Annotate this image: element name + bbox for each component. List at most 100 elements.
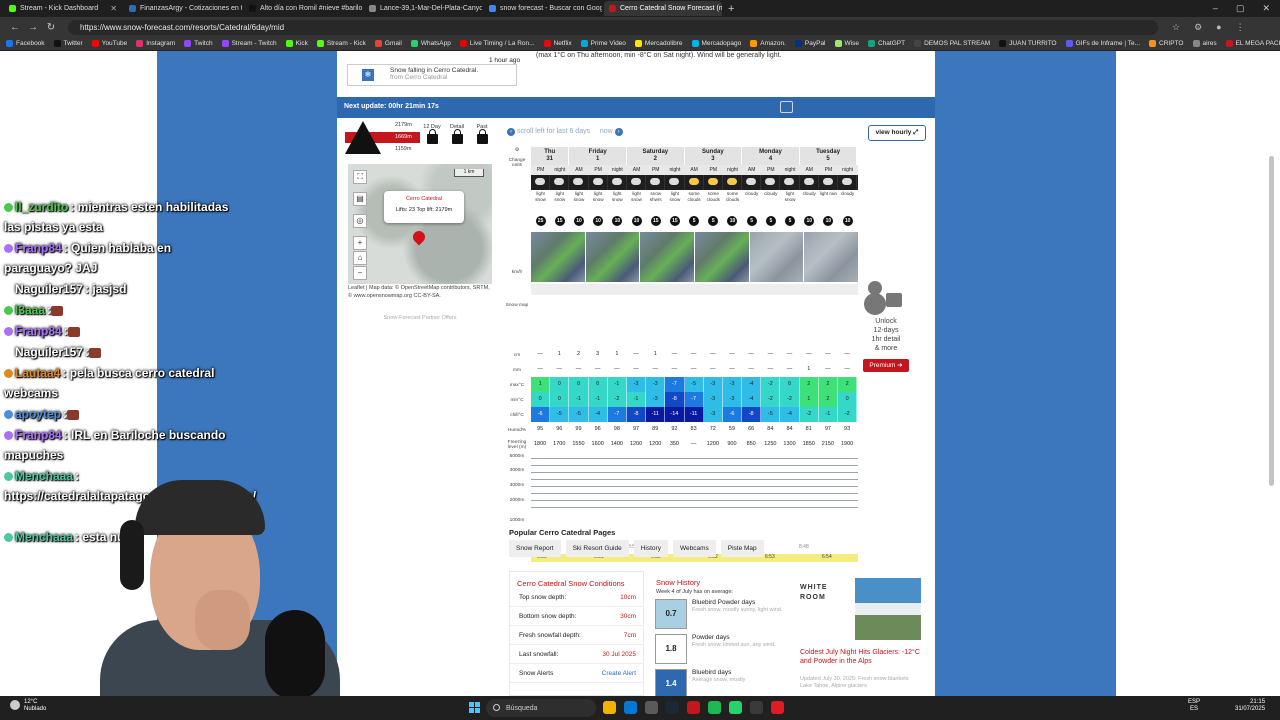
unlock-panel[interactable]: Unlock 12-days 1hr detail & more Premium…: [860, 281, 912, 372]
snow-map-thumb[interactable]: [640, 232, 695, 282]
url-field[interactable]: https://www.snow-forecast.com/resorts/Ca…: [68, 19, 1158, 35]
bookmark-item[interactable]: Live Timing / La Ron...: [459, 40, 535, 47]
chat-username[interactable]: Franp84: [15, 241, 62, 255]
snow-map-thumb[interactable]: [695, 232, 749, 282]
bookmark-item[interactable]: Mercadolibre: [634, 40, 683, 47]
minimize-icon[interactable]: –: [1213, 3, 1218, 14]
profile-icon[interactable]: ●: [1216, 22, 1221, 33]
scroll-right-icon[interactable]: ›: [614, 128, 623, 136]
bookmark-item[interactable]: Instagram: [136, 40, 175, 47]
chat-username[interactable]: apoytep: [15, 407, 61, 421]
resort-map[interactable]: ⛶ ▤ ◎ + ⌂ − 1 km Cerro Catedral Lifts: 2…: [348, 164, 492, 284]
partner-offers[interactable]: Snow-Forecast Partner Offers: [348, 315, 492, 321]
chat-username[interactable]: Naguiler157: [15, 345, 83, 359]
tab-close-icon[interactable]: ✕: [110, 4, 117, 13]
bookmark-item[interactable]: CRIPTO: [1149, 40, 1184, 47]
browser-tab[interactable]: snow forecast - Buscar con Googl...✕: [484, 1, 602, 16]
bookmark-item[interactable]: YouTube: [91, 40, 127, 47]
page-scrollbar[interactable]: [1269, 156, 1274, 486]
elevation-mid[interactable]: 1669m: [395, 134, 412, 140]
elevation-bottom[interactable]: 1159m: [395, 146, 411, 152]
system-clock[interactable]: 21:15 31/07/2025: [1235, 699, 1265, 713]
zoom-in-icon[interactable]: +: [353, 236, 367, 250]
chat-username[interactable]: Franp84: [15, 324, 62, 338]
popular-page-button[interactable]: Ski Resort Guide: [565, 540, 629, 557]
bookmark-item[interactable]: Stream - Kick: [316, 40, 366, 47]
new-tab-button[interactable]: +: [728, 3, 734, 15]
bookmark-item[interactable]: Prime Video: [580, 40, 626, 47]
chat-username[interactable]: Menchaaa: [15, 469, 73, 483]
bookmark-item[interactable]: WhatsApp: [410, 40, 451, 47]
bookmark-item[interactable]: GIFs de Inframe | Te...: [1065, 40, 1140, 47]
chat-username[interactable]: Menchaaa: [15, 530, 73, 544]
bookmark-item[interactable]: Gmail: [374, 40, 402, 47]
star-icon[interactable]: ☆: [1172, 22, 1180, 33]
bookmark-item[interactable]: JUAN TURRITO: [999, 40, 1057, 47]
bookmark-item[interactable]: Netflix: [543, 40, 572, 47]
language-indicator[interactable]: ESP ES: [1188, 699, 1200, 713]
day-header[interactable]: Monday 4: [742, 147, 800, 165]
browser-tab[interactable]: Lance-39,1-Mar-Del-Plata-Canyo...✕: [364, 1, 482, 16]
zoom-out-icon[interactable]: −: [353, 266, 367, 280]
bookmark-item[interactable]: Amazon.: [750, 40, 786, 47]
conditions-title[interactable]: Cerro Catedral Snow Conditions: [510, 572, 643, 588]
day-header[interactable]: Tuesday 5: [799, 147, 858, 165]
bookmark-item[interactable]: PayPal: [794, 40, 826, 47]
steam-icon[interactable]: [666, 701, 679, 714]
chat-username[interactable]: ll_zurdito: [15, 200, 68, 214]
history-item[interactable]: 1.8 Powder days Fresh snow, limited sun, a…: [655, 634, 790, 664]
chat-username[interactable]: l3aaa: [15, 303, 45, 317]
chat-username[interactable]: Franp84: [15, 428, 62, 442]
snow-alert-box[interactable]: ❄ Snow falling in Cerro Catedral. from C…: [347, 64, 517, 86]
bookmark-item[interactable]: Kick: [285, 40, 308, 47]
day-header[interactable]: Saturday 2: [627, 147, 685, 165]
condition-label[interactable]: Snow Alerts: [519, 670, 553, 677]
premium-button[interactable]: Premium ➜: [863, 359, 909, 372]
close-window-icon[interactable]: ✕: [1262, 3, 1270, 14]
maximize-icon[interactable]: ▢: [1236, 3, 1245, 14]
locked-past[interactable]: Past: [472, 124, 492, 144]
bookmark-item[interactable]: ChatGPT: [867, 40, 905, 47]
obs-icon[interactable]: [771, 701, 784, 714]
bookmark-item[interactable]: Mercadopago: [691, 40, 741, 47]
now-link[interactable]: now: [600, 128, 613, 135]
snow-map-thumb[interactable]: [585, 232, 640, 282]
scroll-left-icon[interactable]: ‹: [507, 128, 515, 136]
change-units-link[interactable]: Change units: [503, 158, 531, 168]
back-icon[interactable]: ←: [6, 22, 24, 33]
chat-username[interactable]: Naguiler157: [15, 282, 83, 296]
day-header[interactable]: Friday 1: [569, 147, 627, 165]
app-icon[interactable]: [750, 701, 763, 714]
chat-username[interactable]: Lautaa4: [15, 366, 60, 380]
locked-12day[interactable]: 12 Day: [422, 124, 442, 144]
taskbar-search[interactable]: Búsqueda: [486, 699, 596, 717]
file-explorer-icon[interactable]: [603, 701, 616, 714]
bookmark-item[interactable]: Facebook: [6, 40, 45, 47]
whatsapp-icon[interactable]: [729, 701, 742, 714]
print-icon[interactable]: [780, 101, 793, 113]
bookmark-item[interactable]: Twitch: [184, 40, 213, 47]
locate-icon[interactable]: ◎: [353, 214, 367, 228]
history-item[interactable]: 1.4 Bluebird days Average snow, mostly: [655, 669, 790, 696]
browser-tab[interactable]: Alto día con Romil #nieve #barilo...✕: [244, 1, 362, 16]
reload-icon[interactable]: ↻: [42, 22, 60, 33]
scroll-left-link[interactable]: scroll left for last 6 days: [517, 128, 590, 135]
home-icon[interactable]: ⌂: [353, 251, 367, 265]
popup-resort-name[interactable]: Cerro Catedral: [384, 196, 464, 202]
locked-detail[interactable]: Detail: [447, 124, 467, 144]
menu-icon[interactable]: ⋮: [1236, 22, 1245, 33]
browser-tab[interactable]: Cerro Catedral Snow Forecast (mi...✕: [604, 1, 722, 16]
weather-widget[interactable]: 12°C Nublado: [10, 699, 46, 713]
snow-map-thumb[interactable]: [531, 232, 585, 282]
windows-start-icon[interactable]: [469, 702, 480, 713]
bookmark-item[interactable]: EL MEGA PACK PAP...: [1225, 40, 1280, 47]
browser-tab[interactable]: Stream - Kick Dashboard ✕: [4, 1, 122, 16]
view-hourly-button[interactable]: view hourly ⤢: [868, 125, 926, 141]
popular-page-button[interactable]: Piste Map: [720, 540, 764, 557]
news-card[interactable]: WHITE ROOM Coldest July Night Hits Glaci…: [795, 578, 921, 696]
day-header[interactable]: Thu 31: [531, 147, 570, 165]
layers-icon[interactable]: ▤: [353, 192, 367, 206]
fullscreen-icon[interactable]: ⛶: [353, 170, 367, 184]
snow-map-thumb[interactable]: [804, 232, 859, 282]
bookmark-item[interactable]: aires: [1192, 40, 1217, 47]
